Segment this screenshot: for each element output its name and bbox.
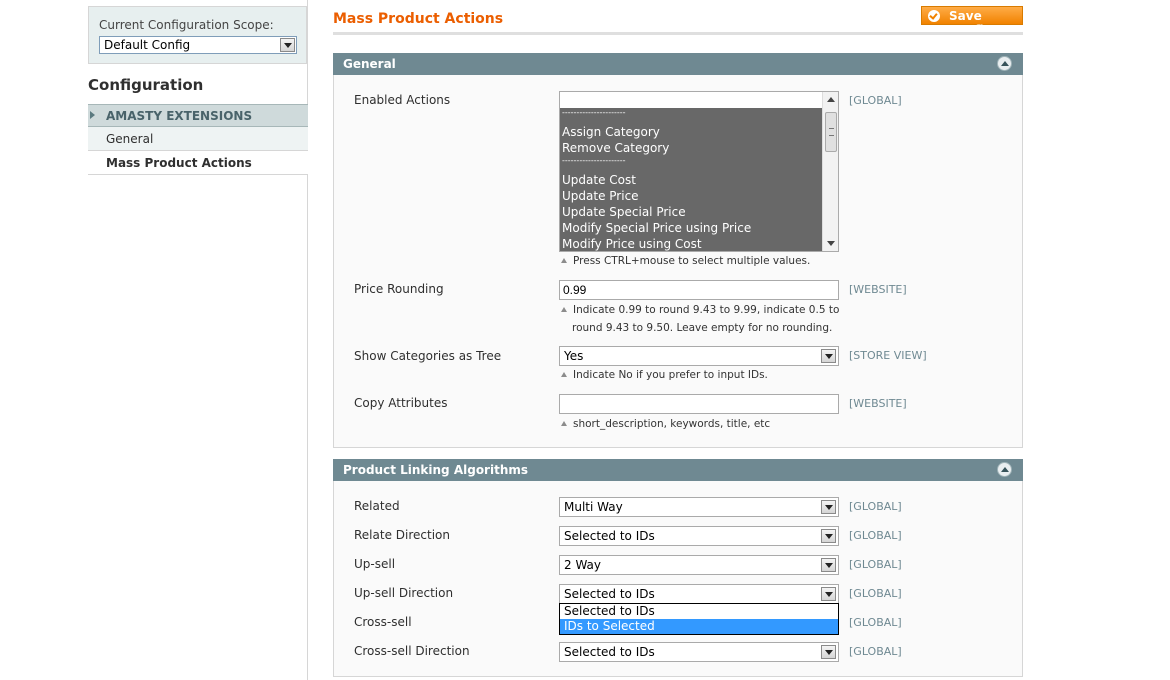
select-value: Selected to IDs: [564, 529, 655, 543]
scope-tag: [GLOBAL]: [849, 587, 902, 600]
multiselect-scrollbar[interactable]: [822, 92, 838, 251]
chevron-down-icon[interactable]: [821, 645, 836, 659]
chevron-down-icon[interactable]: [280, 38, 295, 52]
scope-select-value: Default Config: [104, 38, 191, 52]
enabled-actions-options[interactable]: ---------------------- Assign Category R…: [560, 108, 822, 251]
upsell-label: Up-sell: [354, 557, 396, 571]
crosssell-direction-select[interactable]: Selected to IDs: [559, 642, 839, 662]
show-categories-note: Indicate No if you prefer to input IDs.: [561, 366, 768, 384]
related-select[interactable]: Multi Way: [559, 497, 839, 517]
multiselect-option[interactable]: ----------------------: [560, 156, 822, 172]
page-title: Mass Product Actions: [333, 11, 504, 27]
sidebar-item-label: Mass Product Actions: [106, 156, 252, 170]
sidebar-title: Configuration: [88, 76, 204, 94]
sidebar-item-general[interactable]: General: [88, 127, 308, 151]
sidebar-item-label: General: [106, 132, 154, 146]
related-label: Related: [354, 499, 400, 513]
select-value: 2 Way: [564, 558, 602, 572]
upsell-direction-dropdown[interactable]: Selected to IDs IDs to Selected: [559, 603, 839, 635]
enabled-actions-label: Enabled Actions: [354, 93, 451, 107]
scope-tag: [GLOBAL]: [849, 558, 902, 571]
scope-tag: [GLOBAL]: [849, 500, 902, 513]
copy-attributes-note: short_description, keywords, title, etc: [561, 415, 770, 433]
dropdown-option-highlighted[interactable]: IDs to Selected: [560, 619, 838, 634]
scope-tag: [STORE VIEW]: [849, 349, 927, 362]
sidebar-section-amasty[interactable]: AMASTY EXTENSIONS: [88, 104, 308, 127]
scope-tag: [GLOBAL]: [849, 645, 902, 658]
title-divider: [333, 32, 1023, 35]
chevron-down-icon[interactable]: [821, 558, 836, 572]
dropdown-option[interactable]: Selected to IDs: [560, 604, 838, 619]
scope-tag: [WEBSITE]: [849, 397, 907, 410]
crosssell-direction-label: Cross-sell Direction: [354, 644, 470, 658]
chevron-down-icon[interactable]: [821, 349, 836, 363]
select-value: Selected to IDs: [564, 645, 655, 659]
multiselect-option[interactable]: Update Special Price: [560, 204, 822, 220]
fieldset-linking-header[interactable]: Product Linking Algorithms: [333, 459, 1023, 481]
config-sidebar: Current Configuration Scope: Default Con…: [88, 0, 308, 680]
copy-attributes-input[interactable]: [559, 394, 839, 414]
relate-direction-label: Relate Direction: [354, 528, 450, 542]
fieldset-title: General: [343, 57, 396, 71]
price-rounding-label: Price Rounding: [354, 282, 444, 296]
scroll-down-icon[interactable]: [827, 241, 835, 246]
fieldset-general-header[interactable]: General: [333, 53, 1023, 75]
crosssell-label: Cross-sell: [354, 615, 412, 629]
note-arrow-icon: [561, 307, 567, 312]
chevron-down-icon[interactable]: [821, 500, 836, 514]
multiselect-option[interactable]: Assign Category: [560, 124, 822, 140]
scope-tag: [GLOBAL]: [849, 529, 902, 542]
fieldset-title: Product Linking Algorithms: [343, 463, 529, 477]
note-arrow-icon: [561, 372, 567, 377]
multiselect-option[interactable]: Update Price: [560, 188, 822, 204]
price-rounding-note: Indicate 0.99 to round 9.43 to 9.99, ind…: [561, 301, 839, 337]
show-categories-label: Show Categories as Tree: [354, 349, 502, 363]
chevron-down-icon[interactable]: [821, 587, 836, 601]
multiselect-option[interactable]: Modify Special Price using Price: [560, 220, 822, 236]
copy-attributes-label: Copy Attributes: [354, 396, 448, 410]
multiselect-option[interactable]: Remove Category: [560, 140, 822, 156]
collapse-icon[interactable]: [997, 462, 1012, 477]
multiselect-option[interactable]: Update Cost: [560, 172, 822, 188]
scope-tag: [GLOBAL]: [849, 94, 902, 107]
save-config-button[interactable]: Save Config: [921, 6, 1023, 37]
upsell-direction-label: Up-sell Direction: [354, 586, 454, 600]
multiselect-option[interactable]: ----------------------: [560, 108, 822, 124]
price-rounding-input[interactable]: [559, 280, 839, 300]
note-arrow-icon: [561, 258, 567, 263]
select-value: Selected to IDs: [564, 587, 655, 601]
sidebar-section-label: AMASTY EXTENSIONS: [106, 109, 253, 123]
show-categories-select[interactable]: Yes: [559, 346, 839, 366]
scroll-thumb[interactable]: [825, 112, 837, 152]
upsell-direction-select[interactable]: Selected to IDs: [559, 584, 839, 604]
upsell-select[interactable]: 2 Way: [559, 555, 839, 575]
select-value: Multi Way: [564, 500, 623, 514]
multiselect-option[interactable]: Modify Price using Cost: [560, 236, 822, 251]
select-value: Yes: [564, 349, 584, 363]
triangle-right-icon: [90, 111, 95, 119]
scope-select[interactable]: Default Config: [99, 36, 297, 54]
enabled-actions-note: Press CTRL+mouse to select multiple valu…: [561, 252, 810, 270]
scope-tag: [WEBSITE]: [849, 283, 907, 296]
collapse-icon[interactable]: [997, 56, 1012, 71]
note-arrow-icon: [561, 421, 567, 426]
chevron-down-icon[interactable]: [821, 529, 836, 543]
checkmark-icon: [928, 10, 940, 22]
scope-tag: [GLOBAL]: [849, 616, 902, 629]
scope-label: Current Configuration Scope:: [99, 18, 274, 32]
enabled-actions-multiselect[interactable]: ---------------------- Assign Category R…: [559, 91, 839, 252]
scope-switcher: Current Configuration Scope: Default Con…: [88, 6, 307, 64]
scroll-up-icon[interactable]: [827, 97, 835, 102]
relate-direction-select[interactable]: Selected to IDs: [559, 526, 839, 546]
sidebar-item-mass-product-actions[interactable]: Mass Product Actions: [88, 151, 308, 175]
